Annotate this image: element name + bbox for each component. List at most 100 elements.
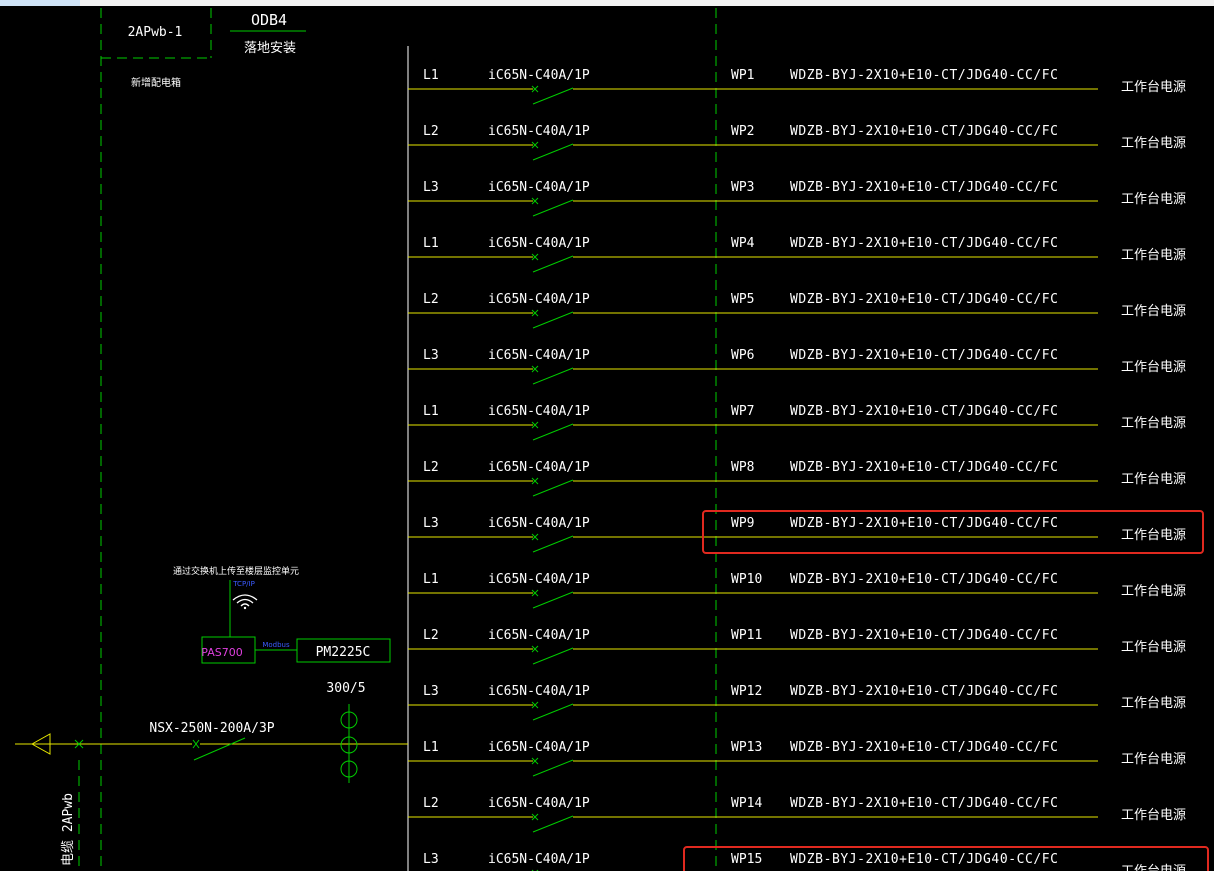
- circuit-breaker: iC65N-C40A/1P: [488, 292, 590, 307]
- circuit-breaker: iC65N-C40A/1P: [488, 628, 590, 643]
- modbus-tag: Modbus: [262, 641, 290, 649]
- circuit-phase: L2: [423, 124, 439, 139]
- circuit-phase: L2: [423, 796, 439, 811]
- network-tag: TCP/IP: [232, 580, 255, 588]
- circuit-id: WP15: [731, 852, 762, 867]
- circuit-phase: L1: [423, 572, 439, 587]
- circuit-phase: L2: [423, 628, 439, 643]
- circuit-breaker: iC65N-C40A/1P: [488, 460, 590, 475]
- circuit-breaker: iC65N-C40A/1P: [488, 236, 590, 251]
- circuit-load: 工作台电源: [1121, 192, 1186, 207]
- circuit-phase: L1: [423, 404, 439, 419]
- circuit-breaker: iC65N-C40A/1P: [488, 404, 590, 419]
- circuit-cable: WDZB-BYJ-2X10+E10-CT/JDG40-CC/FC: [790, 572, 1058, 587]
- circuit-cable: WDZB-BYJ-2X10+E10-CT/JDG40-CC/FC: [790, 460, 1058, 475]
- circuit-cable: WDZB-BYJ-2X10+E10-CT/JDG40-CC/FC: [790, 68, 1058, 83]
- circuit-cable: WDZB-BYJ-2X10+E10-CT/JDG40-CC/FC: [790, 684, 1058, 699]
- circuit-row: L1 iC65N-C40A/1P WP13 WDZB-BYJ-2X10+E10-CT/…: [408, 740, 1186, 777]
- circuit-cable: WDZB-BYJ-2X10+E10-CT/JDG40-CC/FC: [790, 740, 1058, 755]
- circuit-load: 工作台电源: [1121, 80, 1186, 95]
- circuit-load: 工作台电源: [1121, 584, 1186, 599]
- circuit-breaker: iC65N-C40A/1P: [488, 684, 590, 699]
- circuit-id: WP13: [731, 740, 762, 755]
- circuit-cable: WDZB-BYJ-2X10+E10-CT/JDG40-CC/FC: [790, 852, 1058, 867]
- ct-ratio-label: 300/5: [326, 681, 365, 696]
- circuit-cable: WDZB-BYJ-2X10+E10-CT/JDG40-CC/FC: [790, 348, 1058, 363]
- window-tab-fragment: [0, 0, 80, 6]
- circuit-phase: L1: [423, 68, 439, 83]
- window-top-bar: [0, 0, 1214, 6]
- circuit-breaker: iC65N-C40A/1P: [488, 180, 590, 195]
- circuit-id: WP8: [731, 460, 754, 475]
- schematic-canvas: 2APwb-1 新增配电箱 ODB4 落地安装 NSX-250N-200A/3P…: [0, 0, 1214, 871]
- circuit-cable: WDZB-BYJ-2X10+E10-CT/JDG40-CC/FC: [790, 796, 1058, 811]
- wifi-dot-icon: [243, 606, 247, 610]
- circuit-phase: L3: [423, 180, 439, 195]
- circuit-row: L3 iC65N-C40A/1P WP12 WDZB-BYJ-2X10+E10-CT/…: [408, 684, 1186, 721]
- main-breaker-symbol: [193, 737, 246, 761]
- circuit-load: 工作台电源: [1121, 416, 1186, 431]
- circuit-breaker: iC65N-C40A/1P: [488, 516, 590, 531]
- circuit-id: WP5: [731, 292, 754, 307]
- circuit-cable: WDZB-BYJ-2X10+E10-CT/JDG40-CC/FC: [790, 180, 1058, 195]
- circuit-row: L3 iC65N-C40A/1P WP6 WDZB-BYJ-2X10+E10-CT/J…: [408, 348, 1186, 385]
- circuit-id: WP3: [731, 180, 754, 195]
- circuit-cable: WDZB-BYJ-2X10+E10-CT/JDG40-CC/FC: [790, 236, 1058, 251]
- circuit-id: WP14: [731, 796, 762, 811]
- circuit-breaker: iC65N-C40A/1P: [488, 796, 590, 811]
- circuit-phase: L3: [423, 852, 439, 867]
- circuit-id: WP9: [731, 516, 754, 531]
- circuit-phase: L3: [423, 348, 439, 363]
- outgoing-circuits: L1 iC65N-C40A/1P WP1 WDZB-BYJ-2X10+E10-CT/J…: [408, 68, 1186, 871]
- circuit-breaker: iC65N-C40A/1P: [488, 740, 590, 755]
- circuit-phase: L1: [423, 740, 439, 755]
- circuit-phase: L1: [423, 236, 439, 251]
- circuit-row: L2 iC65N-C40A/1P WP2 WDZB-BYJ-2X10+E10-CT/J…: [408, 124, 1186, 161]
- circuit-row: L2 iC65N-C40A/1P WP8 WDZB-BYJ-2X10+E10-CT/J…: [408, 460, 1186, 497]
- circuit-row: L1 iC65N-C40A/1P WP10 WDZB-BYJ-2X10+E10-CT/…: [408, 572, 1186, 609]
- circuit-load: 工作台电源: [1121, 528, 1186, 543]
- panel-install: 落地安装: [244, 41, 296, 56]
- panel-enclosure: [78, 8, 717, 871]
- circuit-id: WP4: [731, 236, 755, 251]
- circuit-id: WP6: [731, 348, 754, 363]
- circuit-load: 工作台电源: [1121, 640, 1186, 655]
- circuit-load: 工作台电源: [1121, 136, 1186, 151]
- panel-note: 新增配电箱: [131, 76, 181, 89]
- circuit-row: L3 iC65N-C40A/1P WP3 WDZB-BYJ-2X10+E10-CT/J…: [408, 180, 1186, 217]
- circuit-load: 工作台电源: [1121, 696, 1186, 711]
- circuit-row: L3 iC65N-C40A/1P WP9 WDZB-BYJ-2X10+E10-CT/J…: [408, 516, 1186, 553]
- circuit-row: L1 iC65N-C40A/1P WP7 WDZB-BYJ-2X10+E10-CT/J…: [408, 404, 1186, 441]
- circuit-row: L2 iC65N-C40A/1P WP11 WDZB-BYJ-2X10+E10-CT/…: [408, 628, 1186, 665]
- circuit-load: 工作台电源: [1121, 472, 1186, 487]
- circuit-id: WP7: [731, 404, 754, 419]
- circuit-load: 工作台电源: [1121, 808, 1186, 823]
- circuit-phase: L3: [423, 516, 439, 531]
- circuit-breaker: iC65N-C40A/1P: [488, 852, 590, 867]
- circuit-id: WP12: [731, 684, 762, 699]
- circuit-load: 工作台电源: [1121, 248, 1186, 263]
- circuit-id: WP11: [731, 628, 762, 643]
- circuit-phase: L2: [423, 292, 439, 307]
- wifi-icon: [232, 594, 258, 607]
- circuit-id: WP2: [731, 124, 754, 139]
- circuit-cable: WDZB-BYJ-2X10+E10-CT/JDG40-CC/FC: [790, 628, 1058, 643]
- circuit-breaker: iC65N-C40A/1P: [488, 572, 590, 587]
- circuit-breaker: iC65N-C40A/1P: [488, 124, 590, 139]
- circuit-row: L2 iC65N-C40A/1P WP5 WDZB-BYJ-2X10+E10-CT/J…: [408, 292, 1186, 329]
- circuit-cable: WDZB-BYJ-2X10+E10-CT/JDG40-CC/FC: [790, 124, 1058, 139]
- circuit-cable: WDZB-BYJ-2X10+E10-CT/JDG40-CC/FC: [790, 404, 1058, 419]
- circuit-row: L3 iC65N-C40A/1P WP15 WDZB-BYJ-2X10+E10-CT/…: [423, 852, 1186, 871]
- circuit-phase: L3: [423, 684, 439, 699]
- circuit-cable: WDZB-BYJ-2X10+E10-CT/JDG40-CC/FC: [790, 516, 1058, 531]
- panel-id: 2APwb-1: [128, 25, 183, 40]
- circuit-row: L1 iC65N-C40A/1P WP1 WDZB-BYJ-2X10+E10-CT/J…: [408, 68, 1186, 105]
- pas700-label: PAS700: [201, 646, 242, 659]
- circuit-load: 工作台电源: [1121, 864, 1186, 871]
- main-breaker-label: NSX-250N-200A/3P: [149, 721, 274, 736]
- circuit-id: WP10: [731, 572, 762, 587]
- monitoring-note: 通过交换机上传至楼层监控单元: [173, 565, 299, 577]
- circuit-load: 工作台电源: [1121, 360, 1186, 375]
- circuit-row: L2 iC65N-C40A/1P WP14 WDZB-BYJ-2X10+E10-CT/…: [408, 796, 1186, 833]
- circuit-phase: L2: [423, 460, 439, 475]
